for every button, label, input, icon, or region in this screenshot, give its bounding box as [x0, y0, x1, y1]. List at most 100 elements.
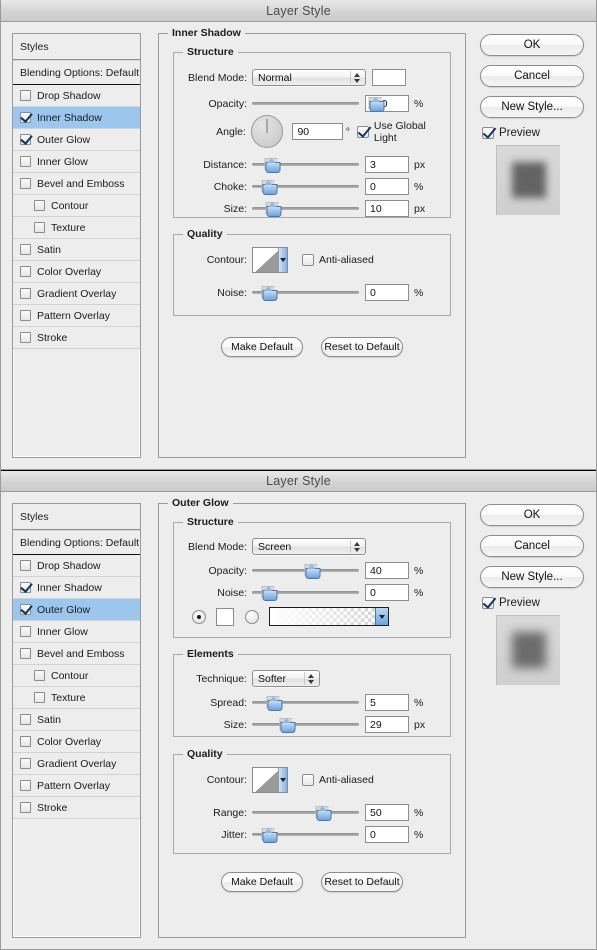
size-slider[interactable]: [252, 202, 359, 217]
titlebar[interactable]: Layer Style: [1, 0, 596, 22]
checkbox-icon-drop-shadow[interactable]: [20, 560, 31, 571]
slider-thumb[interactable]: [261, 286, 278, 301]
glow-color-swatch[interactable]: [216, 607, 234, 626]
fx-row-stroke[interactable]: Stroke: [13, 797, 140, 819]
checkbox-icon-gradient-overlay[interactable]: [20, 288, 31, 299]
make-default-button[interactable]: Make Default: [221, 872, 303, 892]
checkbox-icon-bevel-and-emboss[interactable]: [20, 178, 31, 189]
fx-row-gradient-overlay[interactable]: Gradient Overlay: [13, 753, 140, 775]
glow-gradient-picker[interactable]: [269, 607, 389, 626]
new-style-button[interactable]: New Style...: [480, 566, 584, 588]
range-input[interactable]: 50: [365, 804, 409, 821]
use-global-light-checkbox[interactable]: Use Global Light: [356, 120, 450, 144]
fx-row-outer-glow[interactable]: Outer Glow: [13, 599, 140, 621]
make-default-button[interactable]: Make Default: [221, 337, 303, 357]
fx-row-satin[interactable]: Satin: [13, 709, 140, 731]
checkbox-icon-gradient-overlay[interactable]: [20, 758, 31, 769]
size-slider[interactable]: [252, 718, 359, 733]
slider-thumb[interactable]: [266, 696, 283, 711]
blending-options-row[interactable]: Blending Options: Default: [13, 60, 140, 85]
stepper-arrows-icon[interactable]: [350, 540, 362, 553]
size-input[interactable]: 10: [365, 200, 409, 217]
stepper-arrows-icon[interactable]: [350, 71, 362, 84]
checkbox-icon-anti-aliased[interactable]: [302, 774, 314, 786]
distance-input[interactable]: 3: [365, 156, 409, 173]
slider-thumb[interactable]: [261, 828, 278, 843]
checkbox-icon-pattern-overlay[interactable]: [20, 780, 31, 791]
fx-row-contour[interactable]: Contour: [13, 665, 140, 687]
checkbox-icon-satin[interactable]: [20, 714, 31, 725]
anti-aliased-checkbox[interactable]: Anti-aliased: [302, 774, 374, 786]
checkbox-icon-stroke[interactable]: [20, 802, 31, 813]
fx-row-pattern-overlay[interactable]: Pattern Overlay: [13, 775, 140, 797]
noise-slider[interactable]: [252, 286, 359, 301]
blend-mode-color-swatch[interactable]: [372, 69, 406, 86]
styles-header[interactable]: Styles: [13, 504, 140, 530]
contour-dropdown-arrow-icon[interactable]: [278, 768, 287, 792]
checkbox-icon-preview[interactable]: [482, 127, 494, 139]
preview-chk-inner[interactable]: Preview: [482, 597, 540, 609]
slider-thumb[interactable]: [264, 158, 281, 173]
checkbox-icon-color-overlay[interactable]: [20, 266, 31, 277]
slider-thumb[interactable]: [261, 586, 278, 601]
ok-button[interactable]: OK: [480, 504, 584, 526]
fx-row-color-overlay[interactable]: Color Overlay: [13, 731, 140, 753]
checkbox-icon-inner-glow[interactable]: [20, 626, 31, 637]
fx-row-contour[interactable]: Contour: [13, 195, 140, 217]
range-slider[interactable]: [252, 806, 359, 821]
checkbox-icon-outer-glow[interactable]: [20, 134, 31, 145]
checkbox-icon-inner-glow[interactable]: [20, 156, 31, 167]
gradient-dropdown-arrow-icon[interactable]: [375, 608, 388, 625]
titlebar[interactable]: Layer Style: [1, 470, 596, 492]
opacity-input[interactable]: 40: [365, 562, 409, 579]
slider-thumb[interactable]: [304, 564, 321, 579]
fx-row-pattern-overlay[interactable]: Pattern Overlay: [13, 305, 140, 327]
fx-row-bevel-and-emboss[interactable]: Bevel and Emboss: [13, 173, 140, 195]
slider-thumb[interactable]: [261, 180, 278, 195]
fx-row-inner-shadow[interactable]: Inner Shadow: [13, 107, 140, 129]
checkbox-icon-drop-shadow[interactable]: [20, 90, 31, 101]
preview-checkbox[interactable]: Preview: [482, 127, 584, 139]
jitter-slider[interactable]: [252, 828, 359, 843]
checkbox-icon-anti-aliased[interactable]: [302, 254, 314, 266]
fx-row-bevel-and-emboss[interactable]: Bevel and Emboss: [13, 643, 140, 665]
checkbox-icon-preview[interactable]: [482, 597, 494, 609]
checkbox-icon-use-global-light[interactable]: [356, 125, 369, 138]
radio-fill-type-gradient[interactable]: [245, 609, 259, 624]
checkbox-icon-contour[interactable]: [34, 670, 45, 681]
checkbox-icon-satin[interactable]: [20, 244, 31, 255]
fx-row-stroke[interactable]: Stroke: [13, 327, 140, 349]
styles-header[interactable]: Styles: [13, 34, 140, 60]
slider-thumb[interactable]: [368, 97, 385, 112]
checkbox-icon-texture[interactable]: [34, 692, 45, 703]
checkbox-icon-stroke[interactable]: [20, 332, 31, 343]
checkbox-icon-outer-glow[interactable]: [20, 604, 31, 615]
noise-input[interactable]: 0: [365, 284, 409, 301]
fx-row-drop-shadow[interactable]: Drop Shadow: [13, 85, 140, 107]
slider-thumb[interactable]: [279, 718, 296, 733]
fx-row-drop-shadow[interactable]: Drop Shadow: [13, 555, 140, 577]
jitter-input[interactable]: 0: [365, 826, 409, 843]
fx-row-inner-glow[interactable]: Inner Glow: [13, 151, 140, 173]
fx-row-color-overlay[interactable]: Color Overlay: [13, 261, 140, 283]
size-input[interactable]: 29: [365, 716, 409, 733]
angle-input[interactable]: 90: [292, 123, 343, 140]
choke-slider[interactable]: [252, 180, 359, 195]
spread-input[interactable]: 5: [365, 694, 409, 711]
contour-preset-picker[interactable]: [252, 247, 288, 273]
blend-mode-select[interactable]: Screen: [252, 538, 366, 555]
technique-select[interactable]: Softer: [252, 670, 320, 687]
checkbox-icon-inner-shadow[interactable]: [20, 582, 31, 593]
noise-input[interactable]: 0: [365, 584, 409, 601]
blend-mode-select[interactable]: Normal: [252, 69, 366, 86]
fx-row-inner-shadow[interactable]: Inner Shadow: [13, 577, 140, 599]
fx-row-texture[interactable]: Texture: [13, 217, 140, 239]
radio-fill-type-color[interactable]: [192, 609, 206, 624]
checkbox-icon-color-overlay[interactable]: [20, 736, 31, 747]
blending-options-row[interactable]: Blending Options: Default: [13, 530, 140, 555]
opacity-slider[interactable]: [252, 97, 385, 112]
fx-row-outer-glow[interactable]: Outer Glow: [13, 129, 140, 151]
stepper-arrows-icon[interactable]: [304, 672, 316, 685]
cancel-button[interactable]: Cancel: [480, 65, 584, 87]
slider-thumb[interactable]: [315, 806, 331, 821]
